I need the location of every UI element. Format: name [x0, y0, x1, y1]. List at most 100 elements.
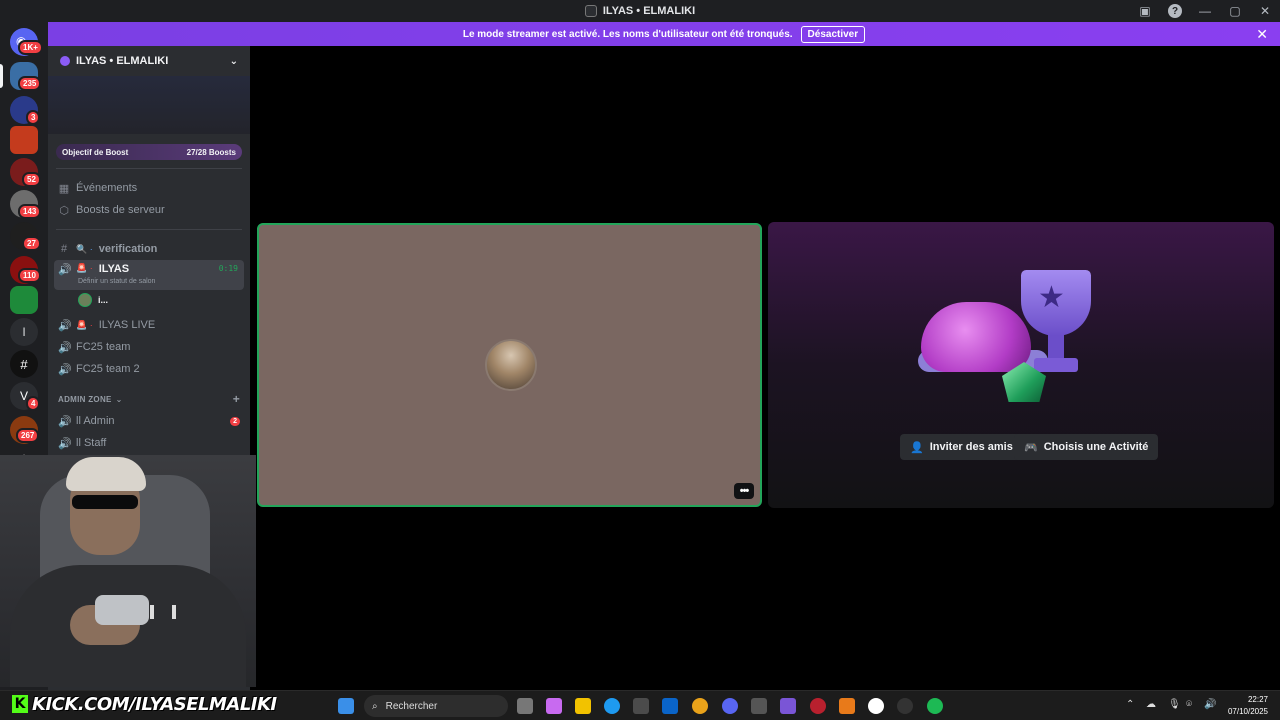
store-icon[interactable] — [633, 698, 649, 714]
channel-name: ll Staff — [76, 437, 107, 449]
taskbar-clock[interactable]: 22:27 07/10/2025 — [1228, 694, 1268, 718]
channel-fc25-team-2[interactable]: 🔊 FC25 team 2 — [48, 358, 250, 380]
channel-name: ll Admin — [76, 415, 115, 427]
more-options-button[interactable]: ••• — [734, 483, 754, 499]
window-titlebar: ILYAS • ELMALIKI ▣ ? — ▢ ✕ — [0, 0, 1280, 22]
star-icon: ★ — [1038, 281, 1065, 314]
spotify-icon[interactable] — [927, 698, 943, 714]
channel-staff[interactable]: 🔊 ll Staff — [48, 432, 250, 454]
taskbar-search[interactable]: ⌕ Rechercher — [364, 695, 508, 717]
channel-fc25-team[interactable]: 🔊 FC25 team — [48, 336, 250, 358]
copilot-icon[interactable] — [546, 698, 562, 714]
channel-name: ILYAS — [98, 263, 130, 275]
start-button[interactable] — [338, 698, 354, 714]
minimize-button[interactable]: — — [1190, 0, 1220, 22]
active-server-pill — [0, 64, 3, 88]
events-item[interactable]: ▦ Événements — [48, 177, 250, 199]
inbox-icon[interactable]: ▣ — [1130, 0, 1160, 22]
server-badge: 27 — [22, 236, 41, 251]
participant-tile[interactable]: ••• — [257, 223, 762, 507]
divider — [56, 229, 242, 230]
channel-ilyas-voice[interactable]: 🔊 🚨 · ILYAS 0:19 Définir un statut de sa… — [54, 260, 244, 290]
banner-text: Le mode streamer est activé. Les noms d'… — [462, 28, 793, 40]
disable-streamer-button[interactable]: Désactiver — [800, 25, 866, 43]
task-view-icon[interactable] — [517, 698, 533, 714]
window-title: ILYAS • ELMALIKI — [584, 5, 695, 17]
discord-icon — [584, 5, 597, 17]
divider — [56, 168, 242, 169]
chrome-icon[interactable] — [692, 698, 708, 714]
network-icon[interactable]: ⌾ — [1186, 699, 1192, 710]
app-icon[interactable] — [868, 698, 884, 714]
microphone-icon[interactable]: 🎙 — [1168, 699, 1181, 710]
server-badge: 235 — [18, 76, 42, 91]
outlook-icon[interactable] — [662, 698, 678, 714]
add-channel-icon[interactable]: + — [233, 392, 240, 406]
chevron-up-icon[interactable]: ⌃ — [1126, 699, 1134, 710]
app-icon[interactable] — [810, 698, 826, 714]
server-icon[interactable] — [10, 126, 38, 154]
category-admin-zone[interactable]: ADMIN ZONE ⌄ + — [48, 388, 250, 410]
help-button[interactable]: ? — [1160, 0, 1190, 22]
channel-admin[interactable]: 🔊 ll Admin 2 — [48, 410, 250, 432]
app-icon[interactable] — [780, 698, 796, 714]
server-badge-icon — [60, 56, 70, 66]
member-name: i... — [98, 295, 109, 305]
channel-verification[interactable]: # 🔍 · verification — [48, 238, 250, 260]
close-window-button[interactable]: ✕ — [1250, 0, 1280, 22]
boost-goal-bar[interactable]: Objectif de Boost 27/28 Boosts — [56, 144, 242, 160]
events-label: Événements — [76, 182, 138, 194]
channel-ilyas-live[interactable]: 🔊 🚨 · ILYAS LIVE — [48, 314, 250, 336]
kick-url: KICK.COM/ILYASELMALIKI — [32, 693, 277, 715]
discord-taskbar-icon[interactable] — [722, 698, 738, 714]
app-icon[interactable] — [897, 698, 913, 714]
webcam-sunglasses — [72, 495, 138, 509]
server-icon[interactable]: I — [10, 318, 38, 346]
clock-time: 22:27 — [1247, 695, 1268, 704]
server-name: ILYAS • ELMALIKI — [76, 55, 169, 67]
channel-name: FC25 team — [76, 341, 131, 353]
webcam-phone — [95, 595, 149, 625]
trophy-illustration — [1034, 358, 1078, 372]
server-header[interactable]: ILYAS • ELMALIKI ⌄ — [48, 46, 250, 76]
server-badge: 3 — [26, 110, 41, 125]
streamer-mode-banner: Le mode streamer est activé. Les noms d'… — [48, 22, 1280, 46]
streamer-webcam — [0, 455, 256, 687]
volume-icon[interactable]: 🔊 — [1204, 699, 1216, 710]
channel-status-link[interactable]: Définir un statut de salon — [78, 278, 155, 285]
call-timer: 0:19 — [218, 264, 238, 273]
kick-overlay: K KICK.COM/ILYASELMALIKI — [12, 692, 277, 716]
server-boosts-item[interactable]: ⬡ Boosts de serveur — [48, 199, 250, 221]
activity-tile: ★ 👤 Inviter des amis 🎮 Choisis une Activ… — [768, 222, 1274, 508]
edge-icon[interactable] — [604, 698, 620, 714]
close-icon[interactable]: ✕ — [1256, 26, 1268, 43]
search-placeholder: Rechercher — [385, 700, 438, 712]
calendar-icon: ▦ — [58, 182, 70, 195]
channel-name: FC25 team 2 — [76, 363, 140, 375]
channel-name: ILYAS LIVE — [98, 319, 156, 331]
add-friend-icon: 👤 — [910, 441, 924, 454]
app-icon[interactable] — [751, 698, 767, 714]
category-name: ADMIN ZONE — [58, 394, 112, 404]
avatar — [485, 339, 537, 391]
kick-logo-icon: K — [12, 695, 28, 713]
maximize-button[interactable]: ▢ — [1220, 0, 1250, 22]
server-icon[interactable]: # — [10, 350, 38, 378]
server-icon[interactable] — [10, 286, 38, 314]
invite-friends-button[interactable]: 👤 Inviter des amis — [900, 434, 1023, 460]
file-explorer-icon[interactable] — [575, 698, 591, 714]
voice-channel-icon: 🔊 — [58, 341, 72, 354]
cloud-icon[interactable]: ☁ — [1146, 699, 1156, 710]
voice-member[interactable]: i... — [48, 290, 250, 310]
boost-icon: ⬡ — [59, 204, 69, 217]
avatar — [78, 293, 92, 307]
choose-activity-label: Choisis une Activité — [1043, 441, 1149, 453]
server-badge: 4 — [26, 396, 41, 411]
choose-activity-button[interactable]: 🎮 Choisis une Activité — [1014, 434, 1159, 460]
search-icon: ⌕ — [372, 700, 378, 712]
server-boosts-label: Boosts de serveur — [76, 204, 165, 216]
voice-channel-icon: 🔊 — [58, 363, 72, 376]
app-icon[interactable] — [839, 698, 855, 714]
text-channel-icon: # — [60, 243, 68, 255]
mention-badge: 2 — [230, 416, 240, 426]
